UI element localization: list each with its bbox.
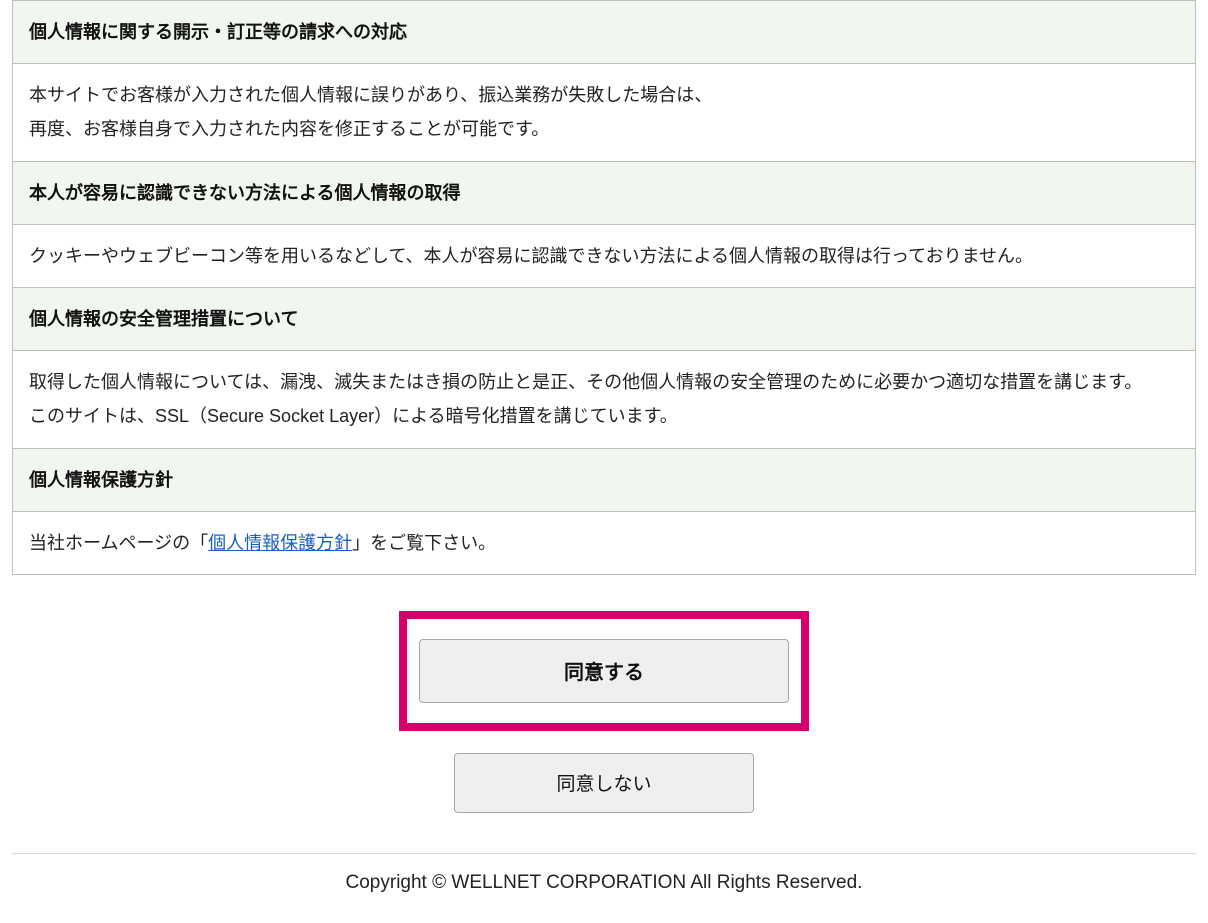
section-heading: 本人が容易に認識できない方法による個人情報の取得 [13,161,1196,224]
consent-buttons: 同意する 同意しない [0,611,1208,813]
section-heading: 個人情報の安全管理措置について [13,287,1196,350]
section-body: 取得した個人情報については、漏洩、滅失またはき損の防止と是正、その他個人情報の安… [13,351,1196,448]
section-heading: 個人情報に関する開示・訂正等の請求への対応 [13,1,1196,64]
privacy-policy-link[interactable]: 個人情報保護方針 [208,533,352,553]
privacy-sections-table: 個人情報に関する開示・訂正等の請求への対応 本サイトでお客様が入力された個人情報… [12,0,1196,575]
agree-button[interactable]: 同意する [419,639,789,703]
policy-body-suffix: 」をご覧下さい。 [352,533,496,553]
section-body: クッキーやウェブビーコン等を用いるなどして、本人が容易に認識できない方法による個… [13,224,1196,287]
section-body: 本サイトでお客様が入力された個人情報に誤りがあり、振込業務が失敗した場合は、再度… [13,64,1196,161]
section-body-with-link: 当社ホームページの「個人情報保護方針」をご覧下さい。 [13,511,1196,574]
disagree-button[interactable]: 同意しない [454,753,754,813]
footer-copyright: Copyright © WELLNET CORPORATION All Righ… [12,853,1196,918]
policy-body-prefix: 当社ホームページの「 [29,533,208,553]
section-heading: 個人情報保護方針 [13,448,1196,511]
agree-button-highlight: 同意する [399,611,809,731]
